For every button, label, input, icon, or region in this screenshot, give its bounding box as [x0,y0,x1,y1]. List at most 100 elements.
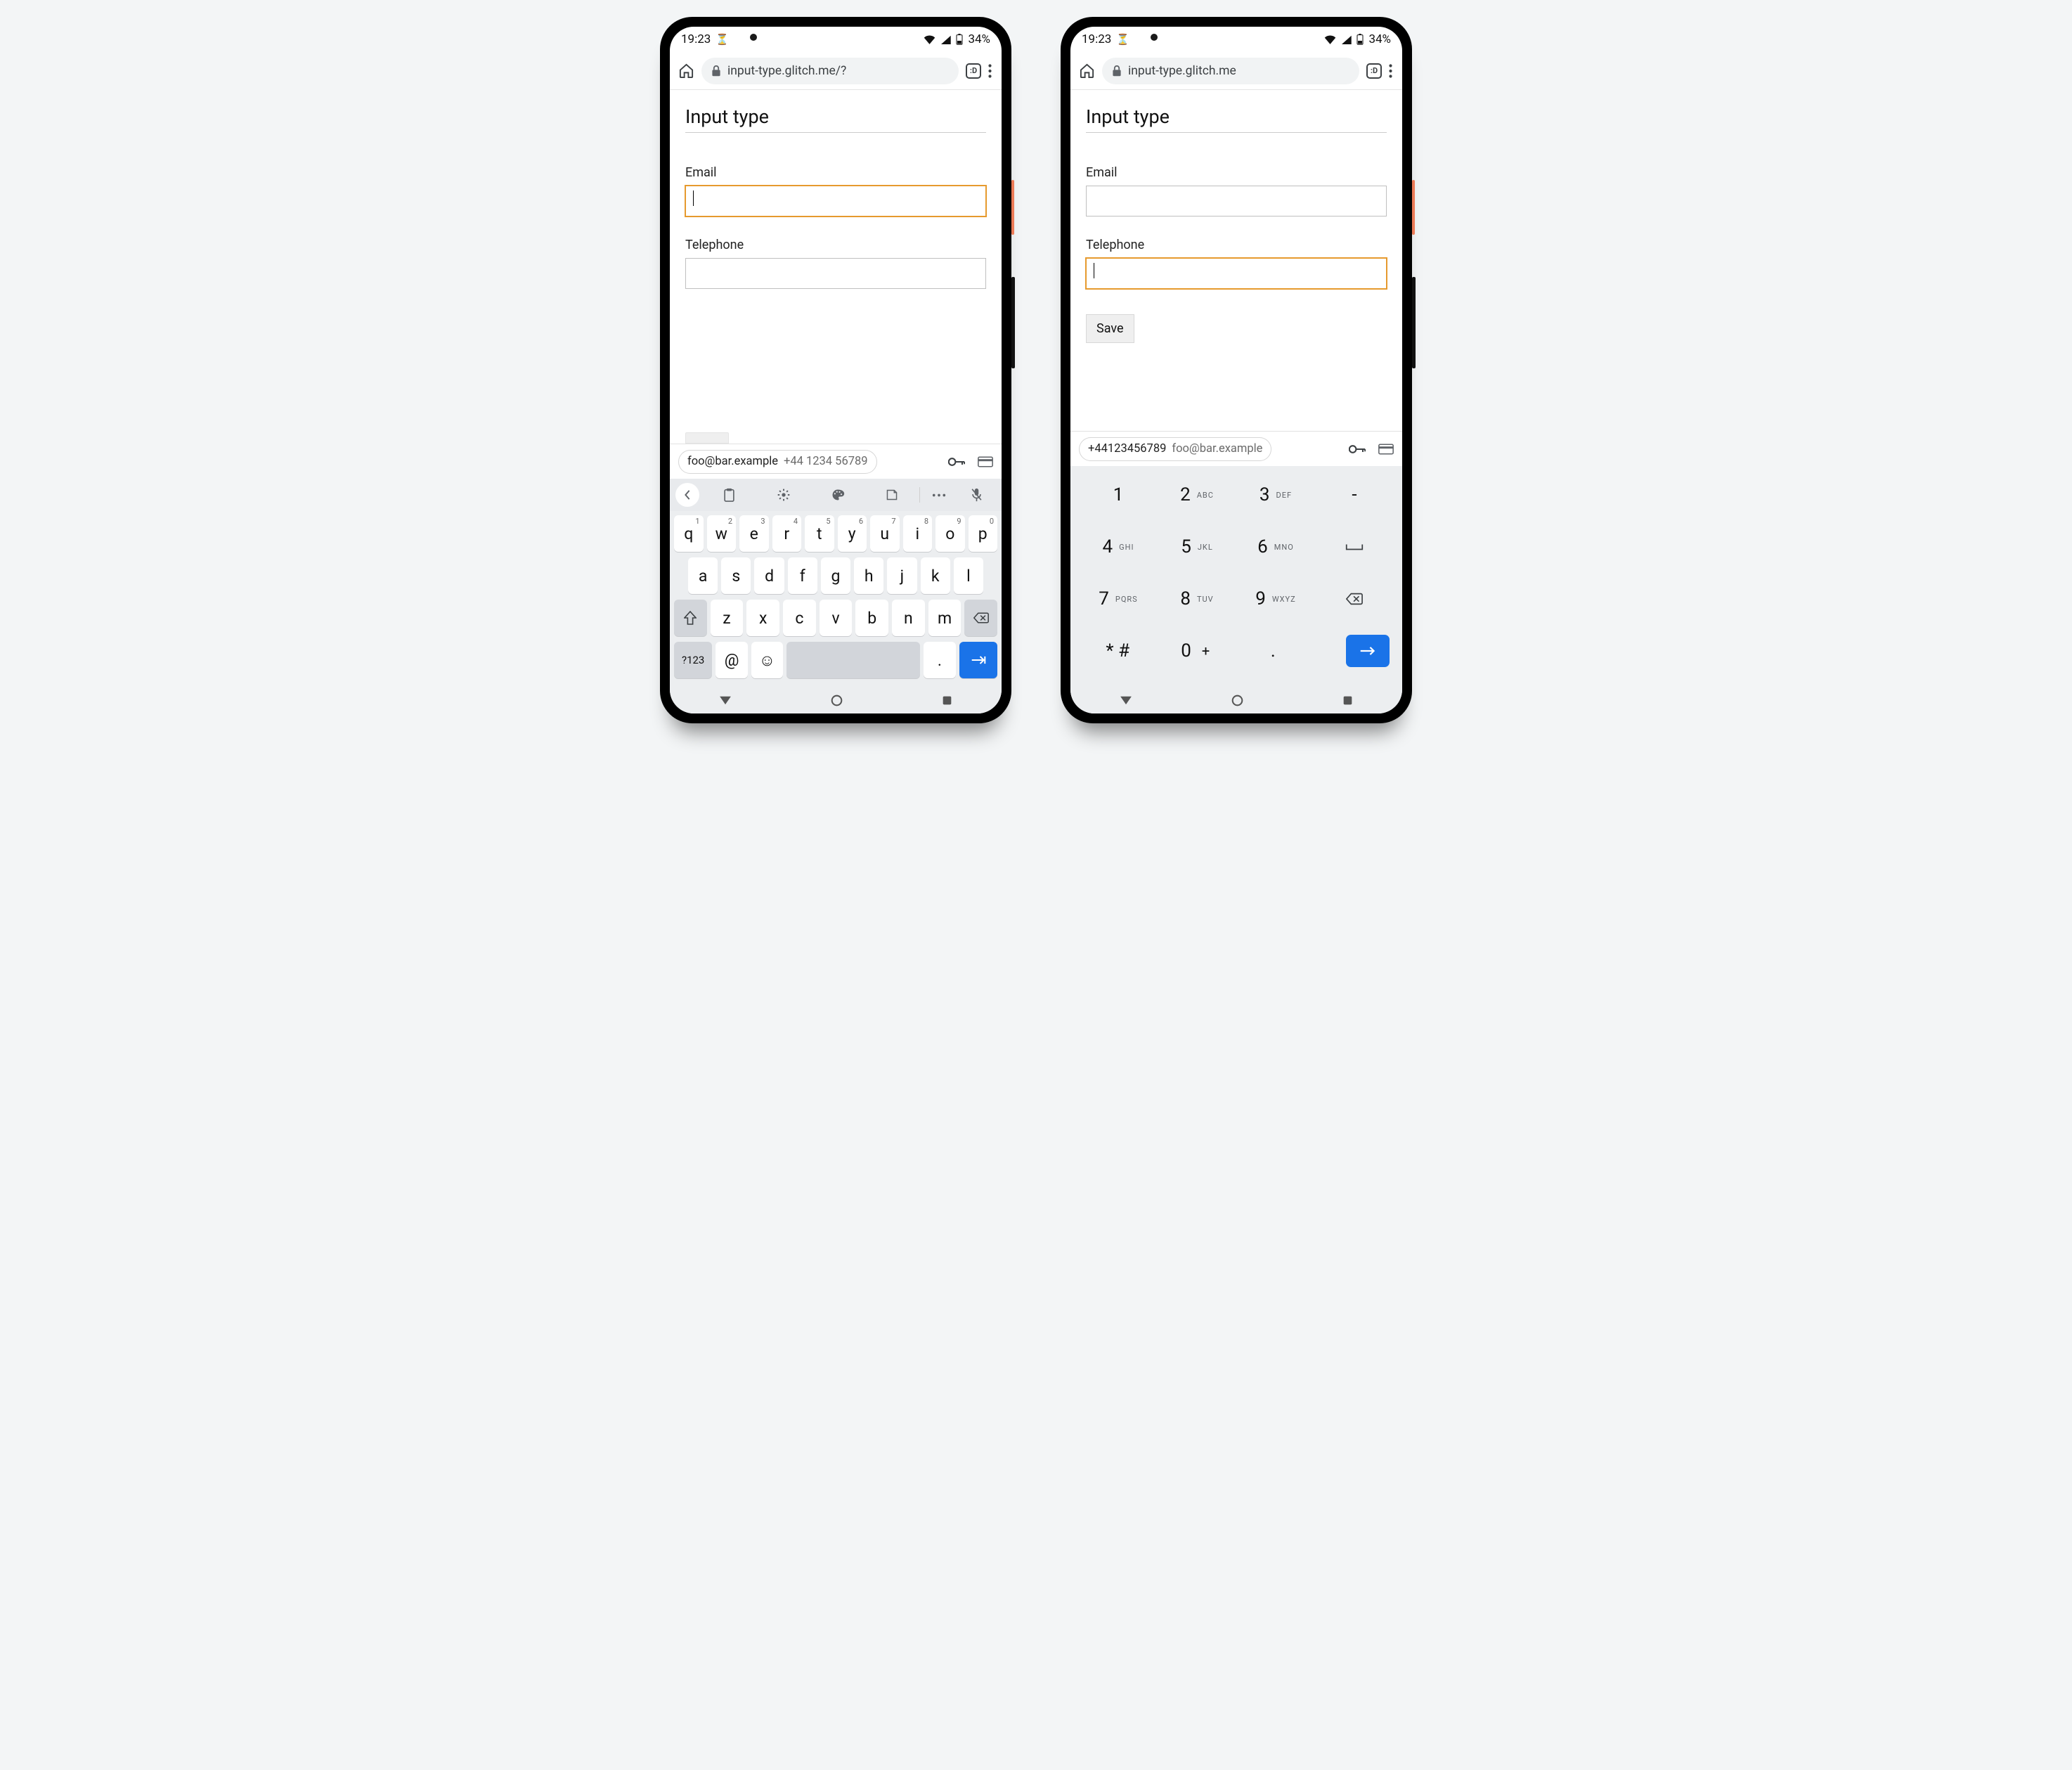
key-o[interactable]: o9 [935,515,965,552]
save-button-partial[interactable] [685,432,729,444]
key-icon[interactable] [1349,444,1366,454]
sticker-icon[interactable] [865,489,919,501]
key-.[interactable]: . [1234,631,1312,671]
home-nav-icon[interactable] [1231,695,1243,706]
key-4[interactable]: 4GHI [1079,527,1158,567]
tab-switcher[interactable]: :D [1366,63,1382,79]
save-button[interactable]: Save [1086,314,1134,343]
address-bar[interactable]: input-type.glitch.me/? [701,58,959,84]
back-icon[interactable] [1120,695,1132,705]
key-a[interactable]: a [688,557,718,594]
backspace-key[interactable] [964,600,997,636]
key-x[interactable]: x [746,600,779,636]
backspace-key[interactable] [1315,579,1394,619]
key-*#[interactable]: * # [1079,631,1157,671]
emoji-key[interactable]: ☺ [751,642,783,678]
card-icon[interactable] [1378,444,1394,455]
space-key[interactable] [786,642,920,678]
signal-icon [940,35,951,44]
key-6[interactable]: 6MNO [1236,527,1315,567]
key-h[interactable]: h [854,557,883,594]
key-icon[interactable] [948,457,965,467]
wifi-icon [924,35,935,44]
chevron-left-icon[interactable] [675,483,699,507]
key-d[interactable]: d [754,557,784,594]
phone-right: 19:23 ⏳ 34% input-type.glitch.me :D Inpu… [1061,17,1412,723]
menu-icon[interactable] [1389,64,1392,78]
key-j[interactable]: j [887,557,917,594]
key-0[interactable]: 0+ [1157,631,1235,671]
autofill-suggestion[interactable]: foo@bar.example +44 1234 56789 [678,450,877,474]
recents-icon[interactable] [942,695,952,706]
card-icon[interactable] [978,456,993,467]
key-e[interactable]: e3 [739,515,769,552]
page-title: Input type [685,105,986,133]
autofill-suggestion[interactable]: +44123456789 foo@bar.example [1079,437,1271,461]
clipboard-icon[interactable] [702,488,756,502]
key-q[interactable]: q1 [674,515,704,552]
key-7[interactable]: 7PQRS [1079,579,1158,619]
key-b[interactable]: b [855,600,888,636]
key-3[interactable]: 3DEF [1236,474,1315,515]
key-1[interactable]: 1 [1079,474,1158,515]
key-l[interactable]: l [954,557,983,594]
at-key[interactable]: @ [716,642,747,678]
battery-pct: 34% [968,32,990,46]
key-z[interactable]: z [711,600,744,636]
wifi-icon [1324,35,1336,44]
palette-icon[interactable] [810,488,865,502]
key-m[interactable]: m [928,600,961,636]
key-u[interactable]: u7 [870,515,900,552]
email-field[interactable] [1086,186,1387,217]
home-nav-icon[interactable] [831,695,843,706]
url-text: input-type.glitch.me [1128,64,1236,78]
enter-key[interactable] [1346,635,1390,667]
browser-toolbar: input-type.glitch.me :D [1070,52,1402,90]
recents-icon[interactable] [1342,695,1353,706]
key-t[interactable]: t5 [805,515,834,552]
back-icon[interactable] [719,695,732,705]
telephone-field[interactable] [1086,258,1387,289]
key-5[interactable]: 5JKL [1158,527,1236,567]
key-s[interactable]: s [721,557,751,594]
key-y[interactable]: y6 [838,515,867,552]
menu-icon[interactable] [988,64,992,78]
battery-pct: 34% [1368,32,1391,46]
key-p[interactable]: p0 [969,515,998,552]
power-button[interactable] [1011,180,1014,235]
signal-icon [1341,35,1352,44]
key-n[interactable]: n [892,600,925,636]
mic-off-icon[interactable] [958,488,996,502]
hourglass-icon: ⏳ [716,33,729,46]
key-8[interactable]: 8TUV [1158,579,1236,619]
key-v[interactable]: v [820,600,853,636]
email-field[interactable] [685,186,986,217]
power-button[interactable] [1412,180,1415,235]
space-key[interactable] [1315,527,1394,567]
home-icon[interactable] [678,63,694,79]
screen: 19:23 ⏳ 34% input-type.glitch.me :D Inpu… [1070,27,1402,713]
key-r[interactable]: r4 [772,515,802,552]
shift-key[interactable] [674,600,707,636]
volume-button[interactable] [1011,277,1015,368]
volume-button[interactable] [1412,277,1416,368]
telephone-label: Telephone [685,238,986,252]
key--[interactable]: - [1315,474,1394,515]
tab-switcher[interactable]: :D [966,63,981,79]
enter-key[interactable] [959,642,997,678]
key-2[interactable]: 2ABC [1158,474,1236,515]
gear-icon[interactable] [756,488,810,502]
telephone-field[interactable] [685,258,986,289]
key-g[interactable]: g [821,557,850,594]
symbols-key[interactable]: ?123 [674,642,712,678]
address-bar[interactable]: input-type.glitch.me [1102,58,1359,84]
key-c[interactable]: c [783,600,816,636]
home-icon[interactable] [1079,63,1095,79]
key-i[interactable]: i8 [903,515,933,552]
period-key[interactable]: . [924,642,955,678]
key-9[interactable]: 9WXYZ [1236,579,1315,619]
key-f[interactable]: f [788,557,817,594]
key-w[interactable]: w2 [707,515,737,552]
more-icon[interactable] [920,493,958,497]
key-k[interactable]: k [921,557,950,594]
